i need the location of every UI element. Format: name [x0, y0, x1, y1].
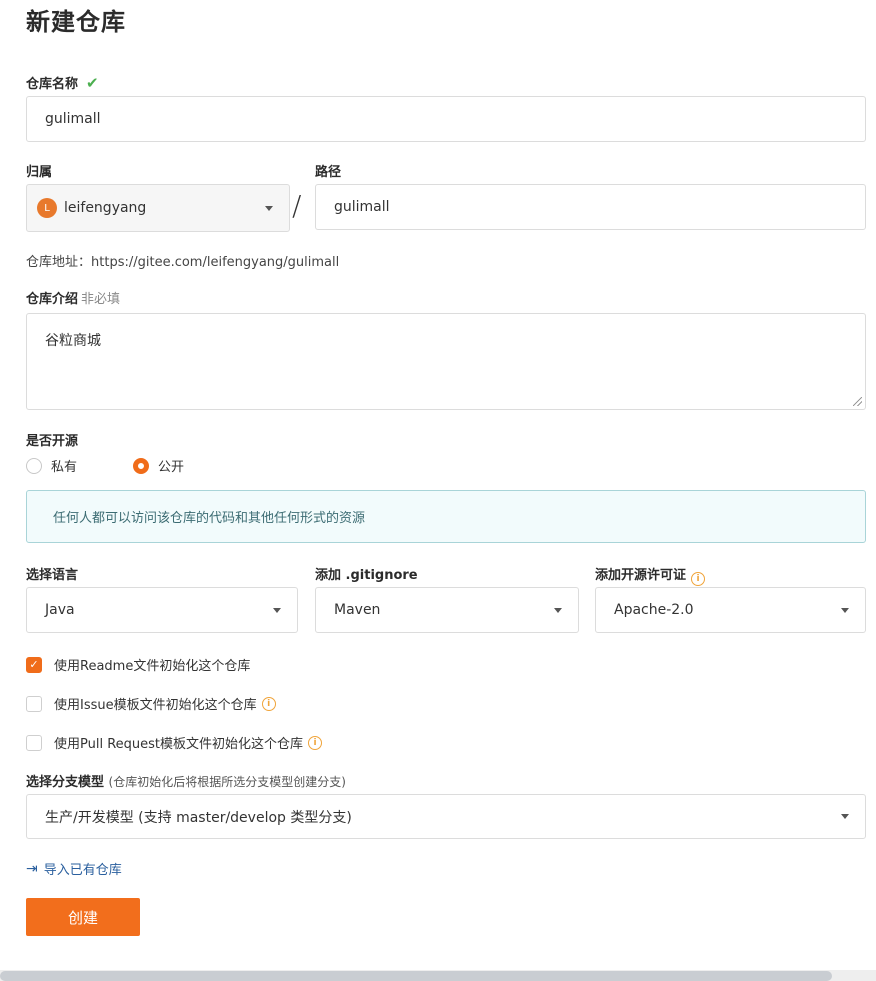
init-pr-option[interactable]: 使用Pull Request模板文件初始化这个仓库 i [26, 733, 323, 752]
repo-address: 仓库地址：https://gitee.com/leifengyang/gulim… [26, 251, 339, 270]
language-select[interactable]: Java [26, 587, 298, 633]
init-readme-label: 使用Readme文件初始化这个仓库 [54, 659, 251, 674]
info-icon[interactable]: i [691, 572, 706, 586]
create-button[interactable]: 创建 [26, 898, 140, 936]
import-icon: ⇥ [26, 860, 38, 877]
owner-label: 归属 [26, 165, 53, 180]
scrollbar-thumb[interactable] [0, 971, 832, 981]
chevron-down-icon [273, 607, 281, 613]
repo-name-input[interactable]: gulimall [26, 96, 866, 142]
intro-value: 谷粒商城 [45, 333, 101, 349]
page-title: 新建仓库 [26, 8, 126, 36]
branch-model-hint: (仓库初始化后将根据所选分支模型创建分支) [108, 775, 346, 789]
license-label-text: 添加开源许可证 [595, 568, 687, 583]
branch-model-value: 生产/开发模型 (支持 master/develop 类型分支) [45, 809, 352, 826]
license-select[interactable]: Apache-2.0 [595, 587, 866, 633]
init-pr-checkbox[interactable] [26, 734, 42, 751]
intro-textarea[interactable]: 谷粒商城 [26, 313, 866, 410]
info-icon[interactable]: i [308, 735, 323, 750]
resize-handle-icon[interactable] [853, 397, 862, 406]
chevron-down-icon [265, 205, 273, 211]
init-issue-option[interactable]: 使用Issue模板文件初始化这个仓库 i [26, 694, 276, 713]
gitignore-value: Maven [334, 602, 381, 618]
chevron-down-icon [554, 607, 562, 613]
visibility-label: 是否开源 [26, 434, 79, 449]
radio-public[interactable]: 公开 [133, 456, 184, 475]
path-separator: / [292, 189, 302, 222]
owner-selected: L leifengyang [37, 198, 146, 218]
license-label: 添加开源许可证 i [595, 564, 706, 586]
branch-model-label-text: 选择分支模型 [26, 775, 105, 790]
visibility-notice: 任何人都可以访问该仓库的代码和其他任何形式的资源 [26, 490, 866, 543]
radio-public-circle[interactable] [133, 457, 149, 474]
init-pr-label: 使用Pull Request模板文件初始化这个仓库 [54, 737, 304, 752]
language-value: Java [45, 602, 75, 618]
chevron-down-icon [841, 814, 849, 819]
init-readme-option[interactable]: ✓ 使用Readme文件初始化这个仓库 [26, 655, 250, 674]
branch-model-label: 选择分支模型 (仓库初始化后将根据所选分支模型创建分支) [26, 771, 346, 790]
intro-label: 仓库介绍 非必填 [26, 288, 120, 307]
path-value: gulimall [334, 199, 390, 215]
init-issue-checkbox[interactable] [26, 695, 42, 712]
gitignore-select[interactable]: Maven [315, 587, 579, 633]
import-repo-label: 导入已有仓库 [43, 863, 122, 878]
radio-public-label: 公开 [158, 460, 185, 475]
intro-optional: 非必填 [81, 292, 121, 307]
avatar: L [37, 198, 57, 218]
branch-model-select[interactable]: 生产/开发模型 (支持 master/develop 类型分支) [26, 794, 866, 839]
repo-address-label: 仓库地址： [26, 255, 92, 270]
repo-name-label-text: 仓库名称 [26, 77, 79, 92]
init-readme-checkbox[interactable]: ✓ [26, 656, 42, 673]
chevron-down-icon [841, 607, 849, 613]
radio-private-circle[interactable] [26, 457, 42, 474]
import-repo-link[interactable]: ⇥ 导入已有仓库 [26, 859, 122, 879]
path-label: 路径 [315, 165, 342, 180]
init-issue-label: 使用Issue模板文件初始化这个仓库 [54, 698, 257, 713]
language-label: 选择语言 [26, 568, 79, 583]
repo-name-value: gulimall [45, 111, 101, 127]
path-input[interactable]: gulimall [315, 184, 866, 230]
license-value: Apache-2.0 [614, 602, 694, 618]
info-icon[interactable]: i [261, 696, 276, 711]
radio-private[interactable]: 私有 [26, 456, 77, 475]
owner-select[interactable]: L leifengyang [26, 184, 290, 232]
radio-private-label: 私有 [51, 460, 78, 475]
gitignore-label: 添加 .gitignore [315, 568, 418, 583]
valid-check-icon: ✔ [86, 74, 99, 92]
intro-label-text: 仓库介绍 [26, 292, 79, 307]
owner-value: leifengyang [64, 200, 147, 216]
repo-address-url: https://gitee.com/leifengyang/gulimall [91, 255, 340, 270]
repo-name-label: 仓库名称 ✔ [26, 73, 99, 92]
